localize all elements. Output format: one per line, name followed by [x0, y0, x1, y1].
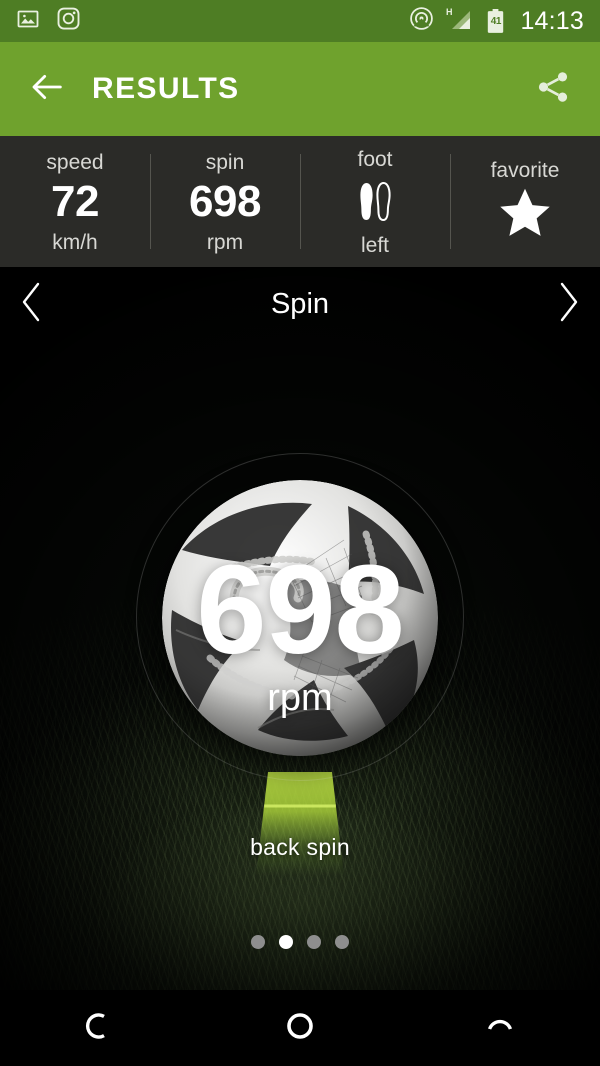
stat-spin-label: spin [205, 150, 245, 174]
share-icon [534, 68, 572, 111]
carousel-title: Spin [270, 288, 330, 320]
stat-favorite[interactable]: favorite [450, 136, 600, 267]
stat-foot-label: foot [357, 148, 393, 171]
stats-bar: speed 72 km/h spin 698 rpm foot left fav… [0, 136, 600, 267]
home-circle-icon [283, 1009, 317, 1048]
recents-arc-icon [483, 1009, 517, 1048]
status-bar-clock: 14:13 [520, 6, 584, 35]
app-bar: RESULTS [0, 42, 600, 136]
nav-home-button[interactable] [200, 990, 400, 1066]
carousel-next-button[interactable] [536, 267, 600, 342]
status-bar: H 41 14:13 [0, 0, 600, 42]
stat-foot[interactable]: foot left [300, 136, 450, 267]
star-icon[interactable] [496, 187, 554, 239]
stat-speed-label: speed [46, 150, 104, 174]
share-button[interactable] [530, 66, 576, 112]
instagram-icon [56, 6, 81, 36]
carousel-prev-button[interactable] [0, 267, 64, 342]
system-navigation-bar [0, 990, 600, 1066]
carousel-dot-4[interactable] [335, 935, 349, 949]
nav-back-button[interactable] [0, 990, 200, 1066]
page-title: RESULTS [92, 72, 240, 105]
chevron-left-icon [17, 279, 47, 330]
battery-icon: 41 [486, 8, 505, 34]
status-bar-system-icons: H 41 14:13 [409, 6, 584, 37]
stat-speed-value: 72 [51, 176, 99, 226]
carousel-dot-2[interactable] [279, 935, 293, 949]
carousel-dot-1[interactable] [251, 935, 265, 949]
soccer-ball-icon [162, 480, 438, 756]
stat-spin[interactable]: spin 698 rpm [150, 136, 300, 267]
footprints-icon [352, 176, 398, 228]
battery-level-label: 41 [490, 16, 502, 27]
stat-spin-unit: rpm [206, 231, 244, 255]
svg-text:H: H [446, 7, 453, 17]
stat-foot-value: left [360, 234, 389, 257]
arrow-left-icon [27, 67, 67, 112]
spin-type-label: back spin [250, 834, 350, 860]
cast-icon [409, 6, 434, 36]
stat-speed[interactable]: speed 72 km/h [0, 136, 150, 267]
stat-speed-unit: km/h [52, 231, 98, 255]
chevron-right-icon [553, 279, 583, 330]
nav-recents-button[interactable] [400, 990, 600, 1066]
gallery-icon [16, 7, 40, 36]
carousel-page-indicator [0, 935, 600, 949]
signal-h-icon: H [445, 6, 475, 37]
app-screen: H 41 14:13 RESULTS speed 72 km/h spin 69… [0, 0, 600, 1066]
carousel-nav: Spin [0, 267, 600, 342]
stat-favorite-label: favorite [490, 158, 560, 182]
hero-area: Spin 698 rpm back spin [0, 267, 600, 990]
back-button[interactable] [24, 66, 70, 112]
status-bar-notifications [16, 6, 81, 36]
back-arc-icon [83, 1009, 117, 1048]
carousel-dot-3[interactable] [307, 935, 321, 949]
stat-spin-value: 698 [189, 176, 261, 226]
